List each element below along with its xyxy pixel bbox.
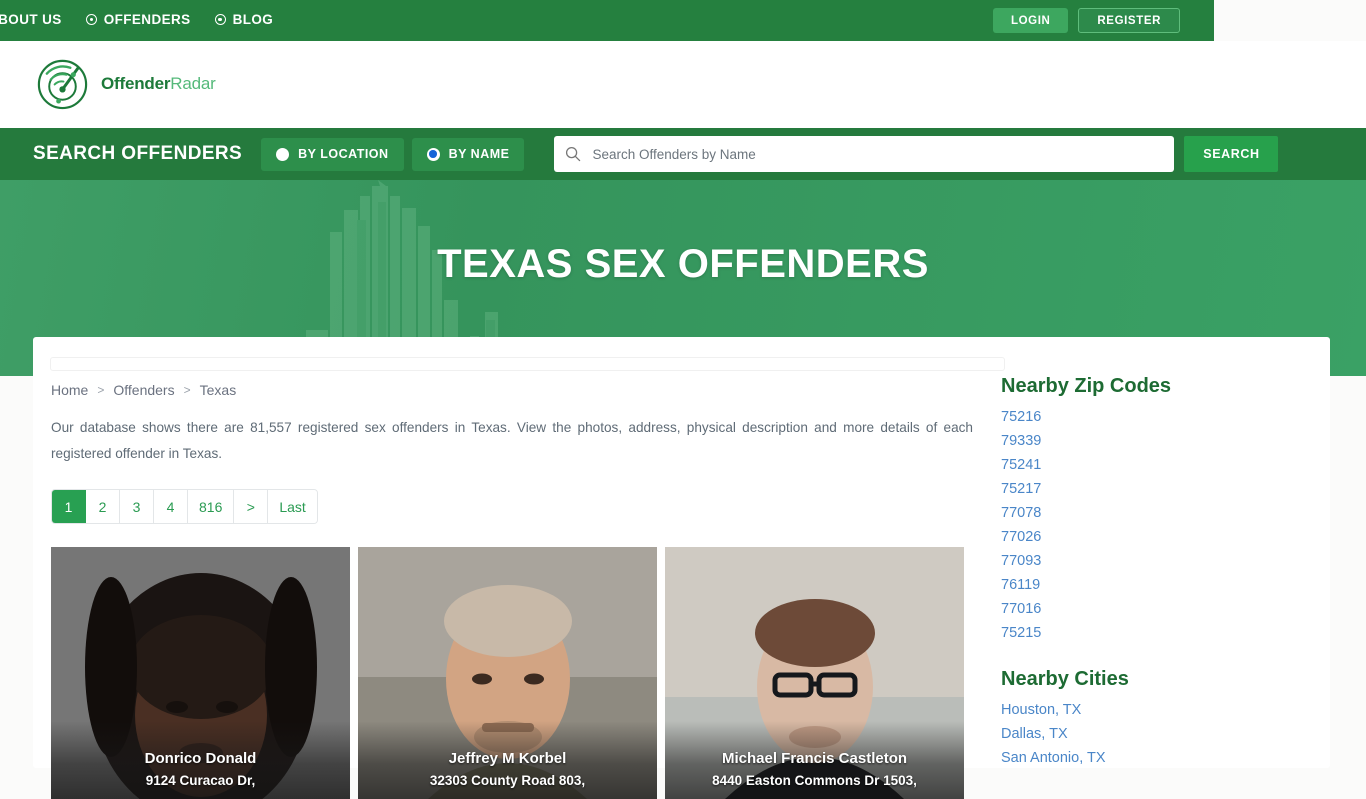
breadcrumb-separator: >	[97, 383, 105, 397]
register-button[interactable]: REGISTER	[1078, 8, 1180, 33]
city-link-houston[interactable]: Houston, TX	[1001, 698, 1321, 722]
radio-by-name[interactable]: BY NAME	[411, 137, 525, 171]
nav-item-about-us[interactable]: ABOUT US	[0, 12, 62, 27]
offender-card[interactable]: Michael Francis Castleton 8440 Easton Co…	[665, 547, 964, 799]
zip-link-76119[interactable]: 76119	[1001, 573, 1321, 597]
offender-address: 8440 Easton Commons Dr 1503,	[712, 773, 917, 788]
radio-by-location-label: BY LOCATION	[298, 147, 389, 161]
radio-selected-icon	[426, 147, 440, 161]
page-title: TEXAS SEX OFFENDERS	[437, 242, 929, 286]
zip-link-75217[interactable]: 75217	[1001, 477, 1321, 501]
search-mode-radio-group: BY LOCATION BY NAME	[261, 137, 525, 171]
nav-label-blog: BLOG	[232, 12, 274, 27]
site-logo[interactable]: OffenderRadar	[33, 54, 216, 113]
zip-link-77093[interactable]: 77093	[1001, 549, 1321, 573]
nav-item-offenders[interactable]: OFFENDERS	[85, 12, 191, 27]
offender-card[interactable]: Jeffrey M Korbel 32303 County Road 803,	[358, 547, 657, 799]
nearby-cities-heading: Nearby Cities	[1001, 668, 1129, 690]
nav-label-about-us: ABOUT US	[0, 12, 62, 27]
page-link-next[interactable]: >	[234, 490, 269, 523]
offender-card-text: Jeffrey M Korbel 32303 County Road 803,	[358, 748, 657, 791]
zip-link-75241[interactable]: 75241	[1001, 453, 1321, 477]
top-navigation: ABOUT US OFFENDERS BLOG	[0, 12, 273, 27]
offender-card-list: Donrico Donald 9124 Curacao Dr, Jeffrey …	[51, 547, 1006, 799]
zip-link-77078[interactable]: 77078	[1001, 501, 1321, 525]
radar-logo-icon	[37, 59, 88, 110]
ad-placeholder	[50, 357, 1005, 371]
logo-text-bold: Offender	[101, 73, 171, 93]
search-button[interactable]: SEARCH	[1184, 136, 1279, 172]
content-column: Home > Offenders > Texas Our database sh…	[51, 381, 1006, 799]
breadcrumb-separator: >	[183, 383, 191, 397]
breadcrumb-item-home[interactable]: Home	[51, 382, 88, 398]
search-bar: SEARCH OFFENDERS BY LOCATION BY NAME SEA…	[0, 128, 1366, 180]
search-input[interactable]	[592, 136, 1175, 172]
offender-address: 32303 County Road 803,	[429, 773, 586, 788]
radio-by-location[interactable]: BY LOCATION	[261, 137, 404, 171]
zip-link-79339[interactable]: 79339	[1001, 429, 1321, 453]
page-link-last[interactable]: Last	[268, 490, 317, 523]
target-dot-icon	[214, 14, 226, 25]
page-link-816[interactable]: 816	[188, 490, 235, 523]
offender-name: Donrico Donald	[144, 750, 257, 767]
logo-bar: OffenderRadar	[0, 41, 1366, 128]
zip-link-75215[interactable]: 75215	[1001, 621, 1321, 645]
breadcrumb: Home > Offenders > Texas	[51, 381, 1006, 399]
intro-paragraph: Our database shows there are 81,557 regi…	[51, 420, 973, 461]
search-field-wrapper	[554, 136, 1175, 172]
logo-text: OffenderRadar	[101, 74, 216, 94]
offender-card[interactable]: Donrico Donald 9124 Curacao Dr,	[51, 547, 350, 799]
pagination: 1 2 3 4 816 > Last	[51, 489, 318, 524]
offender-card-text: Michael Francis Castleton 8440 Easton Co…	[665, 748, 964, 791]
city-link-dallas[interactable]: Dallas, TX	[1001, 722, 1321, 746]
page-link-2[interactable]: 2	[86, 490, 120, 523]
search-icon	[554, 136, 592, 172]
sidebar: Nearby Zip Codes 75216 79339 75241 75217…	[1001, 375, 1321, 770]
offender-address: 9124 Curacao Dr,	[145, 773, 256, 788]
main-content-panel: Home > Offenders > Texas Our database sh…	[33, 337, 1330, 799]
zip-link-77026[interactable]: 77026	[1001, 525, 1321, 549]
login-button[interactable]: LOGIN	[992, 8, 1069, 33]
target-dot-icon	[85, 14, 97, 25]
nav-label-offenders: OFFENDERS	[103, 12, 191, 27]
nav-item-blog[interactable]: BLOG	[214, 12, 274, 27]
page-link-4[interactable]: 4	[154, 490, 188, 523]
search-bar-title: SEARCH OFFENDERS	[33, 143, 243, 164]
zip-link-77016[interactable]: 77016	[1001, 597, 1321, 621]
page-link-3[interactable]: 3	[120, 490, 154, 523]
breadcrumb-item-offenders[interactable]: Offenders	[113, 382, 174, 398]
auth-buttons: LOGIN REGISTER	[992, 8, 1180, 33]
radio-by-name-label: BY NAME	[448, 147, 510, 161]
top-bar: ABOUT US OFFENDERS BLOG LOGIN REGISTER	[0, 0, 1214, 41]
offender-card-text: Donrico Donald 9124 Curacao Dr,	[51, 748, 350, 791]
offender-name: Jeffrey M Korbel	[448, 750, 567, 767]
breadcrumb-item-texas[interactable]: Texas	[200, 382, 237, 398]
nearby-zip-codes-heading: Nearby Zip Codes	[1001, 375, 1172, 397]
radio-unselected-icon	[276, 147, 290, 161]
logo-text-light: Radar	[170, 73, 216, 93]
zip-link-75216[interactable]: 75216	[1001, 405, 1321, 429]
offender-name: Michael Francis Castleton	[721, 750, 908, 767]
page-link-1[interactable]: 1	[52, 490, 86, 523]
city-link-san-antonio[interactable]: San Antonio, TX	[1001, 746, 1321, 770]
